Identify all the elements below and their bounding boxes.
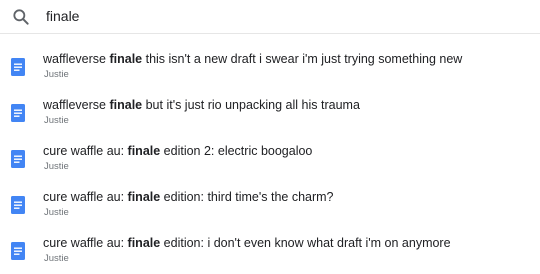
results-list: waffleverse finale this isn't a new draf… [0,44,540,274]
result-title-prefix: waffleverse [43,98,110,112]
result-title-suffix: edition 2: electric boogaloo [160,144,313,158]
docs-icon [11,58,25,76]
result-title-prefix: waffleverse [43,52,110,66]
result-title: waffleverse finale but it's just rio unp… [43,98,360,113]
result-item[interactable]: waffleverse finale this isn't a new draf… [0,44,540,90]
result-title-prefix: cure waffle au: [43,144,128,158]
result-item[interactable]: cure waffle au: finale edition 2: electr… [0,136,540,182]
docs-icon [11,104,25,122]
result-title: cure waffle au: finale edition: third ti… [43,190,334,205]
result-owner: Justie [44,161,69,172]
result-title-prefix: cure waffle au: [43,236,128,250]
result-title-match: finale [127,190,161,204]
result-owner: Justie [44,253,69,264]
docs-icon [11,150,25,168]
result-title-match: finale [109,98,143,112]
result-title-match: finale [109,52,143,66]
search-input[interactable] [46,6,526,26]
result-title: cure waffle au: finale edition: i don't … [43,236,451,251]
result-title-suffix: but it's just rio unpacking all his trau… [142,98,360,112]
result-title-match: finale [127,144,161,158]
result-owner: Justie [44,69,69,80]
result-item[interactable]: waffleverse finale but it's just rio unp… [0,90,540,136]
search-icon[interactable] [11,7,31,27]
result-title: waffleverse finale this isn't a new draf… [43,52,462,67]
result-title-match: finale [127,236,161,250]
result-title-suffix: edition: third time's the charm? [160,190,334,204]
result-title-prefix: cure waffle au: [43,190,128,204]
result-owner: Justie [44,115,69,126]
docs-icon [11,196,25,214]
search-bar [0,0,540,34]
result-title-suffix: edition: i don't even know what draft i'… [160,236,451,250]
result-item[interactable]: cure waffle au: finale edition: i don't … [0,228,540,274]
result-item[interactable]: cure waffle au: finale edition: third ti… [0,182,540,228]
result-owner: Justie [44,207,69,218]
docs-icon [11,242,25,260]
result-title-suffix: this isn't a new draft i swear i'm just … [142,52,463,66]
result-title: cure waffle au: finale edition 2: electr… [43,144,312,159]
